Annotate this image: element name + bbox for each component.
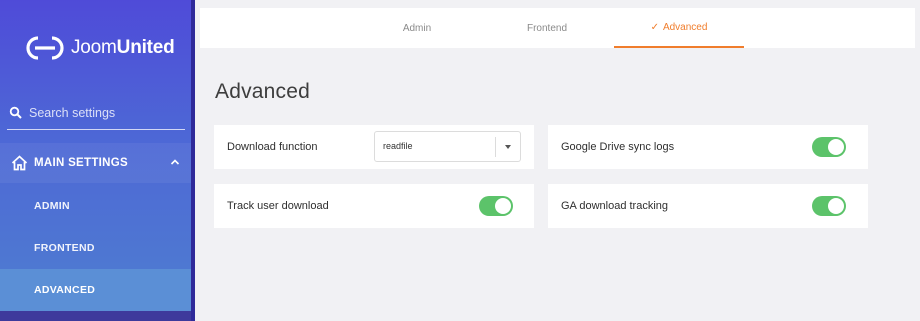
sidebar-item-advanced[interactable]: ADVANCED xyxy=(0,269,191,311)
sidebar: JoomUnited MAIN SETTINGS ADMIN FRONTEND … xyxy=(0,0,191,321)
tab-label: Frontend xyxy=(526,22,568,34)
brand-name: JoomUnited xyxy=(71,37,175,58)
sidebar-item-frontend[interactable]: FRONTEND xyxy=(0,227,191,269)
main-settings-label: MAIN SETTINGS xyxy=(34,157,128,169)
sidebar-scrollbar[interactable] xyxy=(191,0,195,321)
download-function-label: Download function xyxy=(227,141,318,153)
settings-tabs: Admin Frontend ✓ Advanced xyxy=(200,8,915,48)
track-user-download-toggle[interactable] xyxy=(479,196,513,216)
google-drive-sync-logs-toggle[interactable] xyxy=(812,137,846,157)
download-function-card: Download function readfile xyxy=(214,125,534,169)
toggle-knob xyxy=(828,139,844,155)
search-icon xyxy=(9,106,22,119)
sidebar-item-label: FRONTEND xyxy=(34,242,95,254)
brand-logo[interactable]: JoomUnited xyxy=(22,33,175,63)
google-drive-sync-logs-label: Google Drive sync logs xyxy=(561,141,675,153)
ga-download-tracking-label: GA download tracking xyxy=(561,200,669,212)
ga-download-tracking-card: GA download tracking xyxy=(548,184,868,228)
tab-advanced[interactable]: ✓ Advanced xyxy=(614,8,744,48)
select-divider xyxy=(495,137,496,157)
download-function-select[interactable]: readfile xyxy=(374,131,521,162)
search-input[interactable] xyxy=(29,106,179,120)
tab-admin[interactable]: Admin xyxy=(374,8,460,48)
toggle-knob xyxy=(828,198,844,214)
google-drive-sync-logs-card: Google Drive sync logs xyxy=(548,125,868,169)
ga-download-tracking-toggle[interactable] xyxy=(812,196,846,216)
check-icon: ✓ xyxy=(650,21,659,33)
tab-label: Admin xyxy=(402,22,432,34)
track-user-download-card: Track user download xyxy=(214,184,534,228)
select-value: readfile xyxy=(383,141,413,151)
page-title: Advanced xyxy=(215,80,311,103)
caret-down-icon[interactable] xyxy=(505,145,511,149)
sidebar-item-label: ADMIN xyxy=(34,200,70,212)
main-settings-section[interactable]: MAIN SETTINGS xyxy=(0,143,191,183)
search-settings xyxy=(7,97,185,130)
toggle-knob xyxy=(495,198,511,214)
sidebar-footer xyxy=(0,311,191,321)
sidebar-item-admin[interactable]: ADMIN xyxy=(0,185,191,227)
joomunited-logo-icon xyxy=(26,36,64,60)
home-icon xyxy=(11,155,28,171)
sidebar-item-label: ADVANCED xyxy=(34,284,96,296)
tab-label: Advanced xyxy=(662,21,708,33)
tab-frontend[interactable]: Frontend xyxy=(504,8,590,48)
track-user-download-label: Track user download xyxy=(227,200,329,212)
chevron-up-icon[interactable] xyxy=(170,157,180,167)
